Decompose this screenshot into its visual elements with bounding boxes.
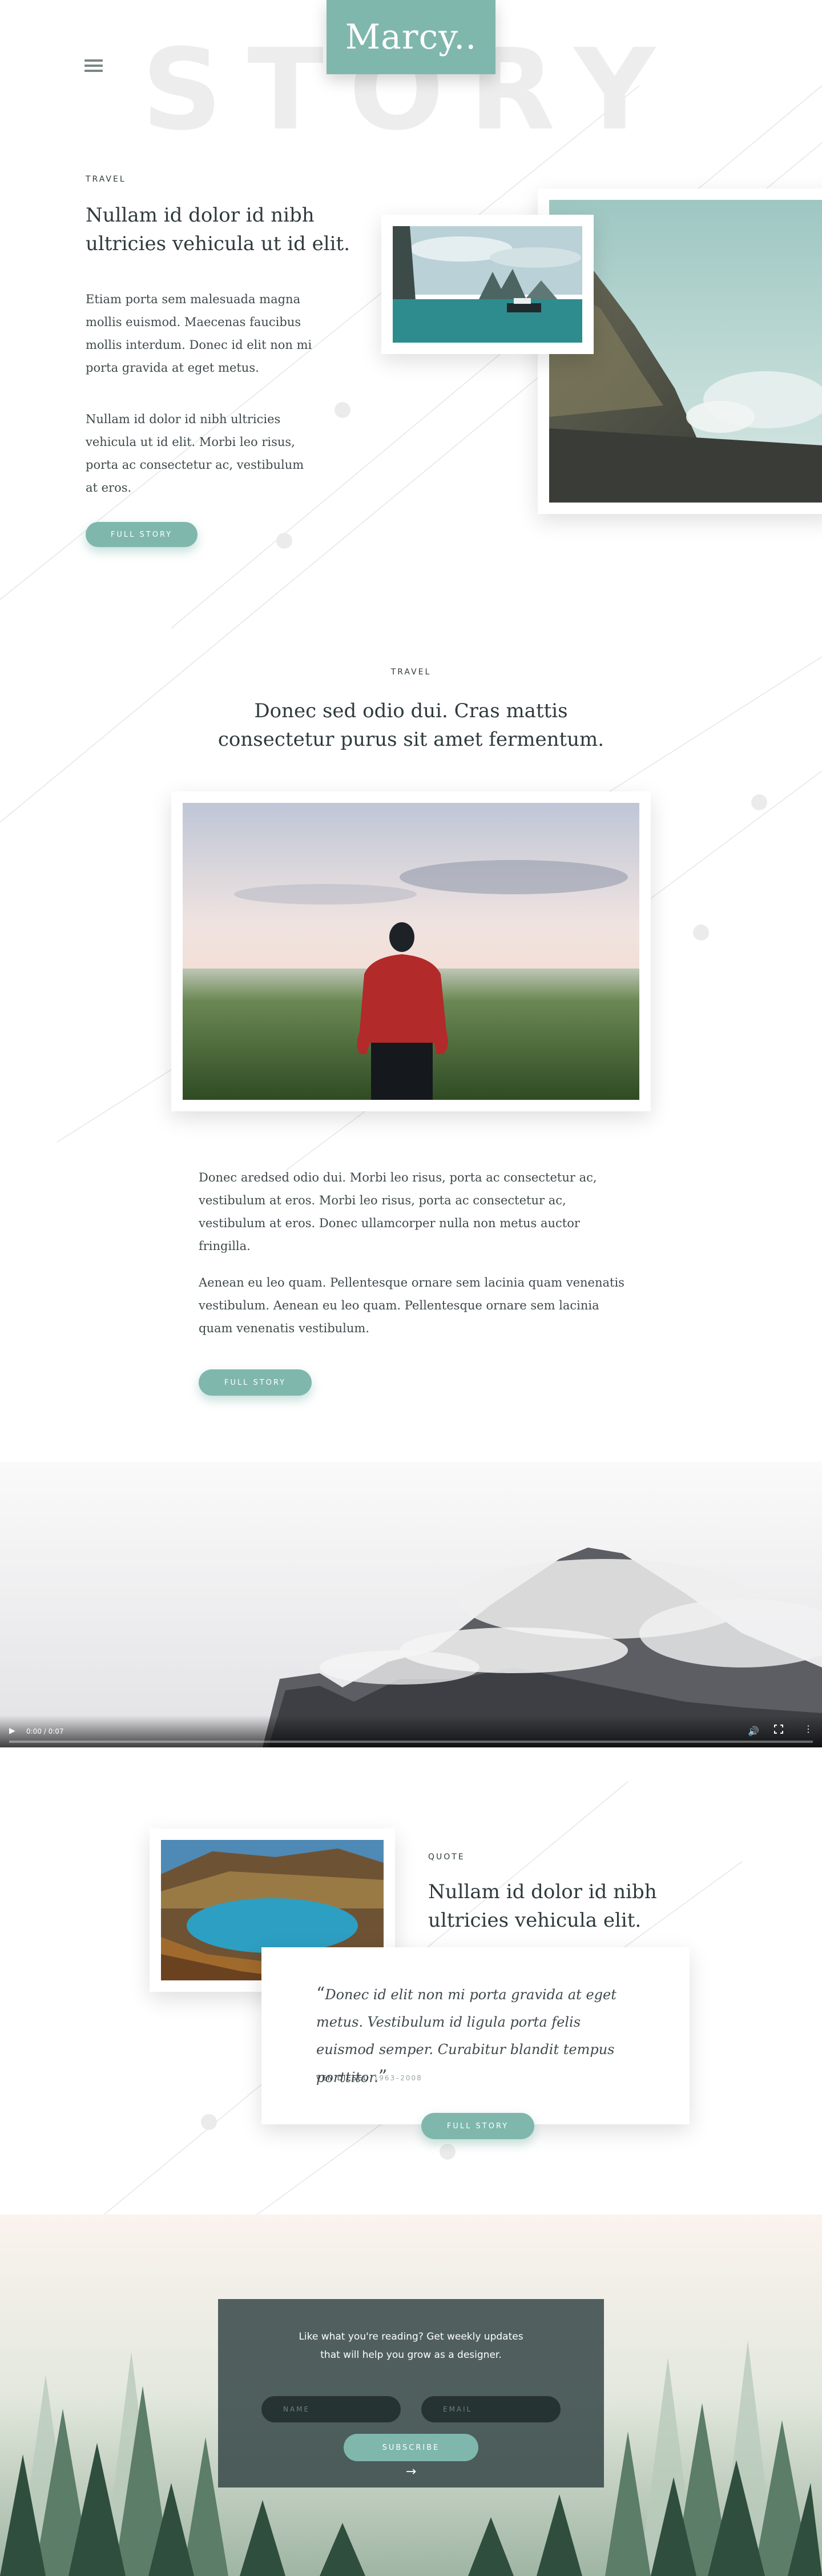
video-progress-track[interactable]: [9, 1741, 813, 1743]
video-player[interactable]: ▶ 0:00 / 0:07 🔊 ⋮: [0, 1462, 822, 1747]
fullscreen-icon[interactable]: [774, 1725, 783, 1734]
email-input[interactable]: [421, 2396, 561, 2422]
quote-full-story-button[interactable]: FULL STORY: [421, 2113, 534, 2139]
post2-category: TRAVEL: [390, 668, 432, 677]
man-in-field-photo: [183, 803, 639, 1100]
bay-boat-photo: [393, 226, 582, 343]
site-logo[interactable]: Marcy..: [327, 0, 495, 74]
newsletter-box: Like what you're reading? Get weekly upd…: [218, 2299, 604, 2487]
post2-paragraph-1: Donec aredsed odio dui. Morbi leo risus,…: [199, 1171, 597, 1253]
post1-title[interactable]: Nullam id dolor id nibh ultricies vehicu…: [86, 201, 354, 258]
quote-text: Donec id elit non mi porta gravida at eg…: [316, 1987, 616, 2085]
quote-post-title[interactable]: Nullam id dolor id nibh ultricies vehicu…: [428, 1878, 674, 1935]
quote-years: 1963–2008: [373, 2074, 422, 2082]
open-quote-mark: “: [316, 1984, 325, 2004]
arrow-right-icon[interactable]: →: [218, 2465, 604, 2479]
post1-full-story-button[interactable]: FULL STORY: [86, 522, 198, 547]
more-options-icon[interactable]: ⋮: [804, 1725, 813, 1734]
post2-image[interactable]: [171, 791, 651, 1111]
post2-paragraph-2: Aenean eu leo quam. Pellentesque ornare …: [199, 1276, 624, 1335]
name-input[interactable]: [261, 2396, 401, 2422]
post1-category: TRAVEL: [86, 175, 126, 184]
video-controls-bar: ▶ 0:00 / 0:07 🔊 ⋮: [0, 1715, 822, 1747]
volume-icon[interactable]: 🔊: [748, 1726, 759, 1737]
subscribe-button[interactable]: SUBSCRIBE: [344, 2434, 478, 2461]
quote-author: VEN DIESEL: [316, 2074, 368, 2082]
quote-attribution: VEN DIESEL 1963–2008: [316, 2074, 422, 2082]
quote-post-category: QUOTE: [428, 1852, 465, 1862]
misty-mountain-video-frame: [0, 1462, 822, 1747]
post1-paragraph-2: Nullam id dolor id nibh ultricies vehicu…: [86, 412, 304, 495]
post1-paragraph-1: Etiam porta sem malesuada magna mollis e…: [86, 292, 312, 375]
post2-title[interactable]: Donec sed odio dui. Cras mattis consecte…: [206, 697, 616, 754]
post1-small-image[interactable]: [381, 215, 594, 354]
quote-card: “Donec id elit non mi porta gravida at e…: [261, 1947, 690, 2124]
post2-full-story-button[interactable]: FULL STORY: [199, 1369, 312, 1396]
hamburger-menu-icon[interactable]: [84, 59, 103, 73]
newsletter-text-line-1: Like what you're reading? Get weekly upd…: [299, 2331, 523, 2342]
play-icon[interactable]: ▶: [9, 1727, 15, 1735]
video-time: 0:00 / 0:07: [26, 1727, 64, 1735]
newsletter-text-line-2: that will help you grow as a designer.: [320, 2349, 502, 2361]
